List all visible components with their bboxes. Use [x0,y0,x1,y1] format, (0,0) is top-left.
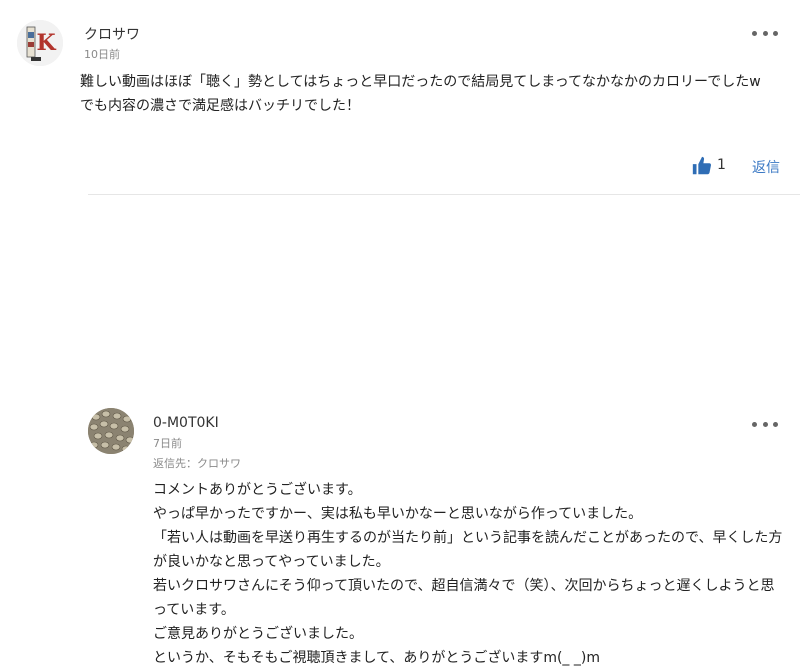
divider [88,194,800,195]
avatar-image [88,408,134,454]
comment-author[interactable]: クロサワ [84,24,140,44]
comment-body: コメントありがとうございます。 やっぱ早かったですかー、実は私も早いかなーと思い… [153,478,788,670]
reply-to-label[interactable]: 返信先：クロサワ [153,455,241,471]
comment-date[interactable]: 7日前 [153,435,182,451]
avatar-logo-letter: K [36,30,56,56]
comment-line: コメントありがとうございます。 [153,482,362,498]
reply-comment: 0-M0T0KI 7日前 返信先：クロサワ コメントありがとうございます。 やっ… [0,196,800,666]
thumbs-up-icon[interactable] [691,155,713,177]
comment-line: というか、そもそもご視聴頂きまして、ありがとうございますm(_ _)m [153,650,600,666]
comment-line: 若いクロサワさんにそう仰って頂いたので、超自信満々で（笑）、次回からちょっと遅く… [153,578,775,618]
reply-button[interactable]: 返信 [752,157,780,177]
comment-line: 難しい動画はほぼ「聴く」勢としてはちょっと早口だったので結局見てしまってなかなか… [80,74,761,90]
avatar[interactable] [88,408,134,454]
comment-line: やっぱ早かったですかー、実は私も早いかなーと思いながら作っていました。 [153,506,643,522]
avatar-image: K [17,20,63,66]
comment-body: 難しい動画はほぼ「聴く」勢としてはちょっと早口だったので結局見てしまってなかなか… [80,70,785,118]
comment-line: でも内容の濃さで満足感はバッチリでした！ [80,98,360,114]
more-options-icon[interactable] [752,417,778,431]
comment-line: ご意見ありがとうございました。 [153,626,363,642]
comment: K クロサワ 10日前 難しい動画はほぼ「聴く」勢としてはちょっと早口だったので… [0,0,800,192]
avatar[interactable]: K [17,20,63,66]
comment-author[interactable]: 0-M0T0KI [153,415,219,431]
comment-date[interactable]: 10日前 [84,46,120,62]
comment-line: 「若い人は動画を早送り再生するのが当たり前」という記事を読んだことがあったので、… [153,530,783,570]
more-options-icon[interactable] [752,26,778,40]
like-count: 1 [717,157,726,173]
